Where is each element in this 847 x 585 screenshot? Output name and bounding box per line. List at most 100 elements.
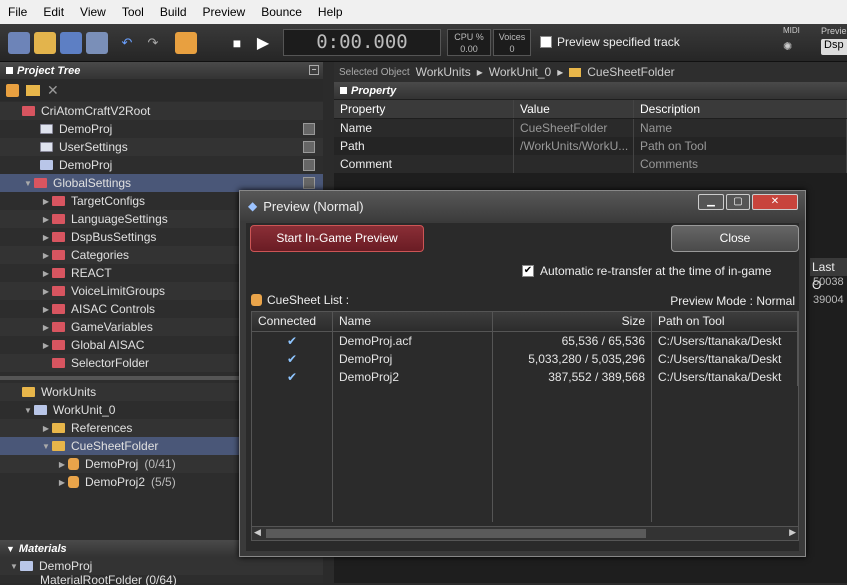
menu-file[interactable]: File xyxy=(0,5,35,19)
horizontal-scrollbar[interactable]: ◀ ▶ xyxy=(252,526,798,540)
col-connected[interactable]: Connected xyxy=(252,312,333,331)
collapsed-arrow-icon[interactable]: ▶ xyxy=(40,287,52,296)
col-property[interactable]: Property xyxy=(334,100,514,118)
collapsed-arrow-icon[interactable]: ▶ xyxy=(40,341,52,350)
breadcrumb-workunit-0[interactable]: WorkUnit_0 xyxy=(489,65,551,79)
midi-label: MIDI xyxy=(783,26,800,35)
delete-icon[interactable]: ✕ xyxy=(47,82,59,99)
cuesheet-icon[interactable] xyxy=(175,32,197,54)
close-icon[interactable]: ✕ xyxy=(752,194,798,210)
collapsed-arrow-icon[interactable]: ▶ xyxy=(40,269,52,278)
undo-icon[interactable]: ↶ xyxy=(116,32,138,54)
collapsed-arrow-icon[interactable]: ▶ xyxy=(56,478,68,487)
menu-view[interactable]: View xyxy=(72,5,114,19)
voices-meter: Voices 0 xyxy=(493,29,531,56)
minimize-icon[interactable]: ▁ xyxy=(698,194,724,210)
table-row[interactable]: ✔ DemoProj 5,033,280 / 5,035,296 C:/User… xyxy=(252,350,798,368)
cpu-label: CPU % xyxy=(454,32,484,42)
menu-edit[interactable]: Edit xyxy=(35,5,72,19)
collapsed-arrow-icon[interactable]: ▶ xyxy=(40,233,52,242)
property-value[interactable]: /WorkUnits/WorkU... xyxy=(514,137,634,155)
checkbox-checked-icon[interactable]: ✔ xyxy=(522,265,534,277)
collapsed-arrow-icon[interactable]: ▶ xyxy=(40,197,52,206)
stop-icon[interactable]: ■ xyxy=(226,32,248,54)
start-ingame-preview-button[interactable]: Start In-Game Preview xyxy=(250,225,424,252)
save-icon[interactable] xyxy=(303,159,315,171)
tree-item-root[interactable]: CriAtomCraftV2Root xyxy=(0,102,323,120)
auto-retransfer-checkbox[interactable]: ✔ Automatic re-transfer at the time of i… xyxy=(522,264,771,278)
breadcrumb-cuesheetfolder[interactable]: CueSheetFolder xyxy=(587,65,674,79)
save-icon[interactable] xyxy=(303,141,315,153)
dsp-select[interactable]: Dsp xyxy=(821,39,847,55)
property-name: Comment xyxy=(334,155,514,173)
last-column-value: 50038 xyxy=(813,276,844,288)
collapsed-arrow-icon[interactable]: ▶ xyxy=(40,215,52,224)
breadcrumb-workunits[interactable]: WorkUnits xyxy=(416,65,471,79)
tree-item-demoproj-file[interactable]: DemoProj xyxy=(0,156,323,174)
maximize-icon[interactable]: ▢ xyxy=(726,194,750,210)
tree-item-usersettings[interactable]: UserSettings xyxy=(0,138,323,156)
save-all-icon[interactable] xyxy=(60,32,82,54)
tree-item-demoproj[interactable]: DemoProj xyxy=(0,120,323,138)
last-column-header[interactable]: Last O xyxy=(810,258,847,292)
property-value[interactable]: CueSheetFolder xyxy=(514,119,634,137)
col-name[interactable]: Name xyxy=(333,312,493,331)
collapsed-arrow-icon[interactable]: ▶ xyxy=(40,323,52,332)
collapsed-arrow-icon[interactable]: ▶ xyxy=(40,251,52,260)
menu-build[interactable]: Build xyxy=(152,5,195,19)
col-size[interactable]: Size xyxy=(493,312,652,331)
save-icon[interactable] xyxy=(303,177,315,189)
scrollbar-thumb[interactable] xyxy=(266,529,646,538)
property-row[interactable]: Path /WorkUnits/WorkU... Path on Tool xyxy=(334,137,847,155)
dialog-titlebar[interactable]: ◆ Preview (Normal) ▁ ▢ ✕ xyxy=(240,191,805,221)
property-row[interactable]: Comment Comments xyxy=(334,155,847,173)
save-icon[interactable] xyxy=(86,32,108,54)
auto-retransfer-label: Automatic re-transfer at the time of in-… xyxy=(540,264,772,278)
col-value[interactable]: Value xyxy=(514,100,634,118)
new-folder-icon[interactable] xyxy=(26,84,40,96)
menu-help[interactable]: Help xyxy=(310,5,351,19)
tree-item-label: UserSettings xyxy=(59,140,128,154)
scroll-right-icon[interactable]: ▶ xyxy=(789,527,796,538)
property-description: Path on Tool xyxy=(634,137,847,155)
collapse-arrow-icon[interactable]: ▼ xyxy=(6,544,15,554)
expand-arrow-icon[interactable]: ▼ xyxy=(8,562,20,571)
expand-arrow-icon[interactable]: ▼ xyxy=(22,406,34,415)
menu-bounce[interactable]: Bounce xyxy=(253,5,310,19)
folder-icon xyxy=(52,286,65,296)
col-description[interactable]: Description xyxy=(634,100,847,118)
table-row[interactable]: ✔ DemoProj.acf 65,536 / 65,536 C:/Users/… xyxy=(252,332,798,350)
collapsed-arrow-icon[interactable]: ▶ xyxy=(40,305,52,314)
materials-root[interactable]: ▼ DemoProj xyxy=(0,557,323,575)
new-project-icon[interactable] xyxy=(8,32,30,54)
voices-label: Voices xyxy=(498,32,526,42)
new-item-icon[interactable] xyxy=(6,83,19,97)
menu-preview[interactable]: Preview xyxy=(195,5,254,19)
close-button[interactable]: Close xyxy=(671,225,799,252)
project-file-icon xyxy=(40,124,53,134)
expand-arrow-icon[interactable]: ▼ xyxy=(40,442,52,451)
collapse-icon[interactable]: − xyxy=(309,65,319,75)
checkbox-icon[interactable] xyxy=(540,36,552,48)
preview-track-checkbox[interactable]: Preview specified track xyxy=(540,35,680,49)
tree-item-label: DspBusSettings xyxy=(71,230,157,244)
menu-tool[interactable]: Tool xyxy=(114,5,152,19)
col-path[interactable]: Path on Tool xyxy=(652,312,798,331)
tree-item-label: DemoProj2 xyxy=(85,475,146,489)
property-row[interactable]: Name CueSheetFolder Name xyxy=(334,119,847,137)
collapsed-arrow-icon[interactable]: ▶ xyxy=(56,460,68,469)
redo-icon[interactable]: ↷ xyxy=(142,32,164,54)
row-size: 65,536 / 65,536 xyxy=(493,332,652,350)
play-icon[interactable]: ▶ xyxy=(252,32,274,54)
collapsed-arrow-icon[interactable]: ▶ xyxy=(40,424,52,433)
cuesheet-table: Connected Name Size Path on Tool ✔ DemoP… xyxy=(251,311,799,541)
tree-item-label: TargetConfigs xyxy=(71,194,146,208)
table-row[interactable]: ✔ DemoProj2 387,552 / 389,568 C:/Users/t… xyxy=(252,368,798,386)
scroll-left-icon[interactable]: ◀ xyxy=(254,527,261,538)
materials-child[interactable]: MaterialRootFolder (0/64) xyxy=(0,575,323,585)
property-value[interactable] xyxy=(514,155,634,173)
open-folder-icon[interactable] xyxy=(34,32,56,54)
expand-arrow-icon[interactable]: ▼ xyxy=(22,179,34,188)
folder-icon xyxy=(52,232,65,242)
save-icon[interactable] xyxy=(303,123,315,135)
